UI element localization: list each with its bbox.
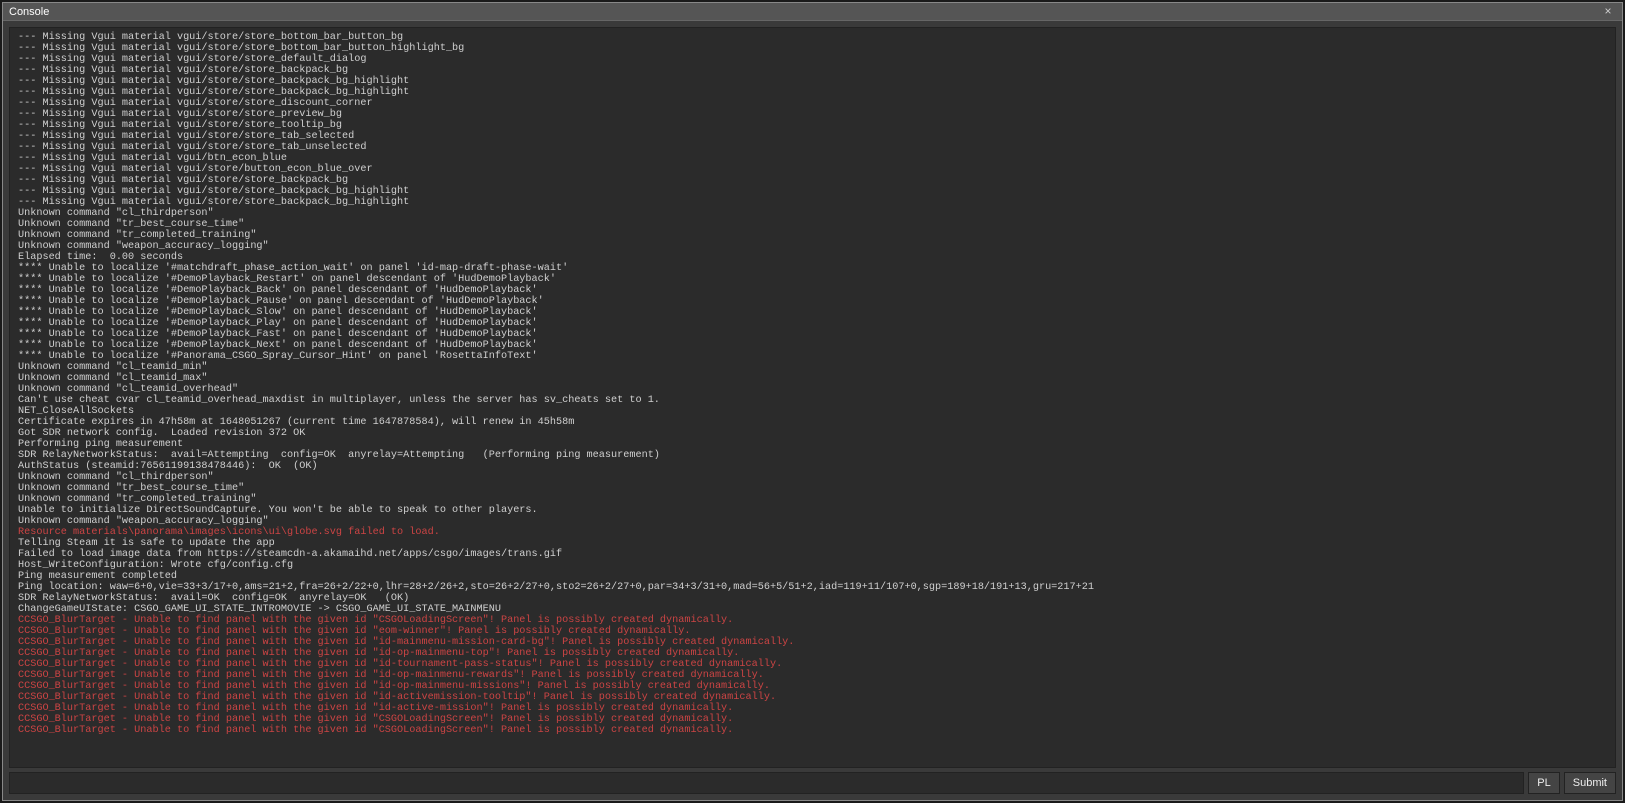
log-line: Resource materials\panorama\images\icons… [18,527,1607,538]
log-line: Unable to initialize DirectSoundCapture.… [18,505,1607,516]
log-line: --- Missing Vgui material vgui/store/sto… [18,32,1607,43]
log-line: SDR RelayNetworkStatus: avail=OK config=… [18,593,1607,604]
log-line: **** Unable to localize '#DemoPlayback_S… [18,307,1607,318]
log-line: **** Unable to localize '#DemoPlayback_B… [18,285,1607,296]
input-row: PL Submit [9,772,1616,794]
log-line: **** Unable to localize '#DemoPlayback_F… [18,329,1607,340]
log-line: Unknown command "tr_completed_training" [18,230,1607,241]
log-line: CCSGO_BlurTarget - Unable to find panel … [18,670,1607,681]
log-line: --- Missing Vgui material vgui/store/sto… [18,197,1607,208]
log-line: --- Missing Vgui material vgui/store/sto… [18,76,1607,87]
log-line: CCSGO_BlurTarget - Unable to find panel … [18,659,1607,670]
window-title: Console [9,6,49,18]
log-line: Host_WriteConfiguration: Wrote cfg/confi… [18,560,1607,571]
language-button[interactable]: PL [1528,772,1559,794]
log-line: **** Unable to localize '#Panorama_CSGO_… [18,351,1607,362]
log-line: Performing ping measurement [18,439,1607,450]
console-body: --- Missing Vgui material vgui/store/sto… [3,21,1622,800]
log-line: --- Missing Vgui material vgui/store/sto… [18,87,1607,98]
log-line: Unknown command "tr_best_course_time" [18,483,1607,494]
log-area-wrap: --- Missing Vgui material vgui/store/sto… [9,27,1616,768]
log-line: --- Missing Vgui material vgui/store/but… [18,164,1607,175]
log-line: CCSGO_BlurTarget - Unable to find panel … [18,681,1607,692]
log-line: --- Missing Vgui material vgui/store/sto… [18,120,1607,131]
log-line: --- Missing Vgui material vgui/store/sto… [18,98,1607,109]
log-line: --- Missing Vgui material vgui/store/sto… [18,54,1607,65]
log-line: Unknown command "cl_thirdperson" [18,208,1607,219]
log-line: **** Unable to localize '#DemoPlayback_N… [18,340,1607,351]
log-line: --- Missing Vgui material vgui/store/sto… [18,186,1607,197]
log-line: Failed to load image data from https://s… [18,549,1607,560]
log-line: **** Unable to localize '#DemoPlayback_P… [18,296,1607,307]
log-line: Unknown command "cl_teamid_max" [18,373,1607,384]
log-line: Ping measurement completed [18,571,1607,582]
log-line: Unknown command "weapon_accuracy_logging… [18,516,1607,527]
log-line: Ping location: waw=6+0,vie=33+3/17+0,ams… [18,582,1607,593]
log-line: **** Unable to localize '#matchdraft_pha… [18,263,1607,274]
log-line: AuthStatus (steamid:76561199138478446): … [18,461,1607,472]
log-line: CCSGO_BlurTarget - Unable to find panel … [18,725,1607,736]
log-line: --- Missing Vgui material vgui/store/sto… [18,65,1607,76]
log-line: CCSGO_BlurTarget - Unable to find panel … [18,703,1607,714]
log-line: --- Missing Vgui material vgui/store/sto… [18,175,1607,186]
log-line: --- Missing Vgui material vgui/store/sto… [18,142,1607,153]
log-line: CCSGO_BlurTarget - Unable to find panel … [18,637,1607,648]
log-line: CCSGO_BlurTarget - Unable to find panel … [18,615,1607,626]
log-line: Unknown command "weapon_accuracy_logging… [18,241,1607,252]
log-line: --- Missing Vgui material vgui/btn_econ_… [18,153,1607,164]
log-line: Elapsed time: 0.00 seconds [18,252,1607,263]
log-line: --- Missing Vgui material vgui/store/sto… [18,43,1607,54]
command-input[interactable] [9,772,1524,794]
log-line: CCSGO_BlurTarget - Unable to find panel … [18,714,1607,725]
log-line: CCSGO_BlurTarget - Unable to find panel … [18,648,1607,659]
log-line: Unknown command "cl_teamid_min" [18,362,1607,373]
log-line: NET_CloseAllSockets [18,406,1607,417]
log-line: ChangeGameUIState: CSGO_GAME_UI_STATE_IN… [18,604,1607,615]
log-line: Unknown command "cl_teamid_overhead" [18,384,1607,395]
log-line: --- Missing Vgui material vgui/store/sto… [18,131,1607,142]
log-line: CCSGO_BlurTarget - Unable to find panel … [18,692,1607,703]
log-line: Unknown command "cl_thirdperson" [18,472,1607,483]
log-line: Can't use cheat cvar cl_teamid_overhead_… [18,395,1607,406]
log-line: SDR RelayNetworkStatus: avail=Attempting… [18,450,1607,461]
submit-button[interactable]: Submit [1564,772,1616,794]
titlebar[interactable]: Console × [3,3,1622,21]
console-window: Console × --- Missing Vgui material vgui… [2,2,1623,801]
log-line: Certificate expires in 47h58m at 1648051… [18,417,1607,428]
log-line: CCSGO_BlurTarget - Unable to find panel … [18,626,1607,637]
log-area[interactable]: --- Missing Vgui material vgui/store/sto… [10,28,1615,767]
log-line: Telling Steam it is safe to update the a… [18,538,1607,549]
log-line: Unknown command "tr_best_course_time" [18,219,1607,230]
log-line: Got SDR network config. Loaded revision … [18,428,1607,439]
log-line: **** Unable to localize '#DemoPlayback_R… [18,274,1607,285]
log-line: Unknown command "tr_completed_training" [18,494,1607,505]
close-icon[interactable]: × [1600,5,1616,19]
log-line: **** Unable to localize '#DemoPlayback_P… [18,318,1607,329]
log-line: --- Missing Vgui material vgui/store/sto… [18,109,1607,120]
